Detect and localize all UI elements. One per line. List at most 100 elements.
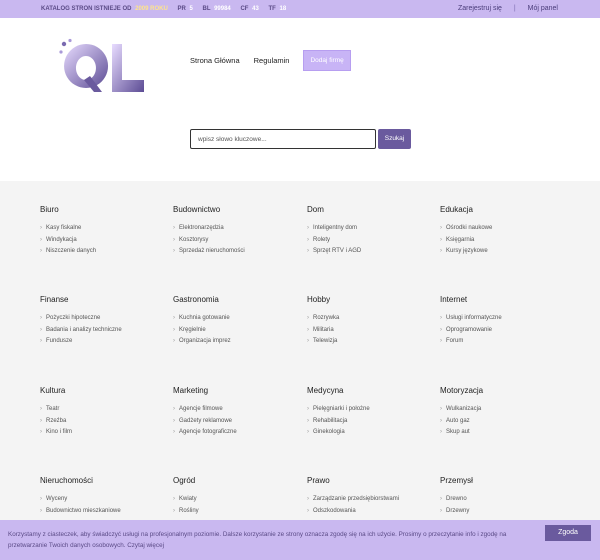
category-block: Gastronomia Kuchnia gotowanieKręgielnieOr…	[173, 295, 303, 348]
subcategory-link[interactable]: Kasy fiskalne	[40, 223, 170, 235]
subcategory-list: Agencje filmoweGadżety reklamoweAgencje …	[173, 404, 303, 439]
subcategory-list: DrewnoDrzewny	[440, 494, 570, 517]
main-nav: Strona Główna Regulamin Dodaj firmę	[190, 50, 351, 71]
subcategory-link[interactable]: Rozrywka	[307, 313, 437, 325]
nav-rules[interactable]: Regulamin	[254, 56, 290, 65]
subcategory-link[interactable]: Kuchnia gotowanie	[173, 313, 303, 325]
search-button[interactable]: Szukaj	[378, 129, 411, 149]
subcategory-link[interactable]: Ośrodki naukowe	[440, 223, 570, 235]
subcategory-link[interactable]: Pielęgniarki i położne	[307, 404, 437, 416]
subcategory-link[interactable]: Sprzedaż nieruchomości	[173, 246, 303, 258]
subcategory-list: KwiatyRośliny	[173, 494, 303, 517]
subcategory-link[interactable]: Oprogramowanie	[440, 325, 570, 337]
category-title[interactable]: Finanse	[40, 295, 170, 304]
site-logo[interactable]	[58, 38, 148, 94]
category-title[interactable]: Edukacja	[440, 205, 570, 214]
category-title[interactable]: Internet	[440, 295, 570, 304]
category-block: Internet Usługi informatyczneOprogramowan…	[440, 295, 570, 348]
subcategory-link[interactable]: Niszczenie danych	[40, 246, 170, 258]
category-title[interactable]: Gastronomia	[173, 295, 303, 304]
subcategory-link[interactable]: Drewno	[440, 494, 570, 506]
subcategory-link[interactable]: Forum	[440, 336, 570, 348]
subcategory-link[interactable]: Sprzęt RTV i AGD	[307, 246, 437, 258]
logo-dot	[68, 38, 72, 43]
subcategory-link[interactable]: Kręgielnie	[173, 325, 303, 337]
panel-link[interactable]: Mój panel	[528, 5, 558, 12]
subcategory-link[interactable]: Teatr	[40, 404, 170, 416]
category-block: Finanse Pożyczki hipoteczneBadania i anal…	[40, 295, 170, 348]
category-title[interactable]: Prawo	[307, 476, 437, 485]
bl-value: 99984	[214, 6, 231, 12]
category-title[interactable]: Motoryzacja	[440, 386, 570, 395]
subcategory-link[interactable]: Budownictwo mieszkaniowe	[40, 506, 170, 518]
subcategory-link[interactable]: Kwiaty	[173, 494, 303, 506]
subcategory-link[interactable]: Rośliny	[173, 506, 303, 518]
pr-label: PR	[177, 6, 186, 12]
register-link[interactable]: Zarejestruj się	[458, 5, 502, 12]
category-title[interactable]: Ogród	[173, 476, 303, 485]
pr-value: 5	[189, 6, 193, 12]
category-block: Hobby RozrywkaMilitariaTelewizja	[307, 295, 437, 348]
subcategory-list: WycenyBudownictwo mieszkaniowe	[40, 494, 170, 517]
subcategory-link[interactable]: Skup aut	[440, 427, 570, 439]
subcategory-link[interactable]: Militaria	[307, 325, 437, 337]
subcategory-list: TeatrRzeźbaKino i film	[40, 404, 170, 439]
subcategory-link[interactable]: Kursy językowe	[440, 246, 570, 258]
category-title[interactable]: Medycyna	[307, 386, 437, 395]
subcategory-link[interactable]: Pożyczki hipoteczne	[40, 313, 170, 325]
subcategory-list: ElektronarzędziaKosztorysySprzedaż nieru…	[173, 223, 303, 258]
category-block: Motoryzacja WulkanizacjaAuto gazSkup aut	[440, 386, 570, 439]
subcategory-link[interactable]: Auto gaz	[440, 416, 570, 428]
subcategory-list: Kasy fiskalneWindykacjaNiszczenie danych	[40, 223, 170, 258]
subcategory-link[interactable]: Telewizja	[307, 336, 437, 348]
add-firm-button[interactable]: Dodaj firmę	[303, 50, 351, 71]
category-title[interactable]: Marketing	[173, 386, 303, 395]
category-title[interactable]: Hobby	[307, 295, 437, 304]
cf-label: CF	[240, 6, 249, 12]
category-title[interactable]: Kultura	[40, 386, 170, 395]
subcategory-link[interactable]: Gadżety reklamowe	[173, 416, 303, 428]
catalog-label: KATALOG STRON ISTNIEJE OD	[41, 6, 132, 12]
category-title[interactable]: Dom	[307, 205, 437, 214]
subcategory-link[interactable]: Wyceny	[40, 494, 170, 506]
cookie-banner: Korzystamy z ciasteczek, aby świadczyć u…	[0, 520, 600, 560]
category-block: Dom Inteligentny domRoletySprzęt RTV i AG…	[307, 205, 437, 258]
nav-home[interactable]: Strona Główna	[190, 56, 240, 65]
category-title[interactable]: Nieruchomości	[40, 476, 170, 485]
subcategory-link[interactable]: Fundusze	[40, 336, 170, 348]
cookie-accept-button[interactable]: Zgoda	[545, 525, 591, 541]
subcategory-link[interactable]: Inteligentny dom	[307, 223, 437, 235]
subcategory-link[interactable]: Rehabilitacja	[307, 416, 437, 428]
cookie-text: Korzystamy z ciasteczek, aby świadczyć u…	[8, 531, 507, 549]
tf-label: TF	[268, 6, 276, 12]
subcategory-list: Usługi informatyczneOprogramowanieForum	[440, 313, 570, 348]
subcategory-link[interactable]: Agencje fotograficzne	[173, 427, 303, 439]
subcategory-link[interactable]: Organizacja imprez	[173, 336, 303, 348]
category-block: Biuro Kasy fiskalneWindykacjaNiszczenie d…	[40, 205, 170, 258]
category-title[interactable]: Przemysł	[440, 476, 570, 485]
subcategory-link[interactable]: Elektronarzędzia	[173, 223, 303, 235]
subcategory-link[interactable]: Windykacja	[40, 235, 170, 247]
subcategory-link[interactable]: Ginekologia	[307, 427, 437, 439]
category-title[interactable]: Budownictwo	[173, 205, 303, 214]
subcategory-link[interactable]: Agencje filmowe	[173, 404, 303, 416]
subcategory-link[interactable]: Zarządzanie przedsiębiorstwami	[307, 494, 437, 506]
subcategory-link[interactable]: Rolety	[307, 235, 437, 247]
subcategory-link[interactable]: Odszkodowania	[307, 506, 437, 518]
subcategory-link[interactable]: Badania i analizy techniczne	[40, 325, 170, 337]
subcategory-link[interactable]: Rzeźba	[40, 416, 170, 428]
category-title[interactable]: Biuro	[40, 205, 170, 214]
category-block: Nieruchomości WycenyBudownictwo mieszkani…	[40, 476, 170, 517]
bl-label: BL	[202, 6, 211, 12]
subcategory-link[interactable]: Księgarnia	[440, 235, 570, 247]
category-block: Marketing Agencje filmoweGadżety reklamow…	[173, 386, 303, 439]
search-input[interactable]: wpisz słowo kluczowe...	[190, 129, 376, 149]
subcategory-link[interactable]: Kosztorysy	[173, 235, 303, 247]
subcategory-link[interactable]: Drzewny	[440, 506, 570, 518]
logo-dot	[61, 41, 67, 47]
subcategory-list: Zarządzanie przedsiębiorstwamiOdszkodowa…	[307, 494, 437, 517]
subcategory-link[interactable]: Wulkanizacja	[440, 404, 570, 416]
subcategory-link[interactable]: Usługi informatyczne	[440, 313, 570, 325]
subcategory-link[interactable]: Kino i film	[40, 427, 170, 439]
subcategory-list: Inteligentny domRoletySprzęt RTV i AGD	[307, 223, 437, 258]
